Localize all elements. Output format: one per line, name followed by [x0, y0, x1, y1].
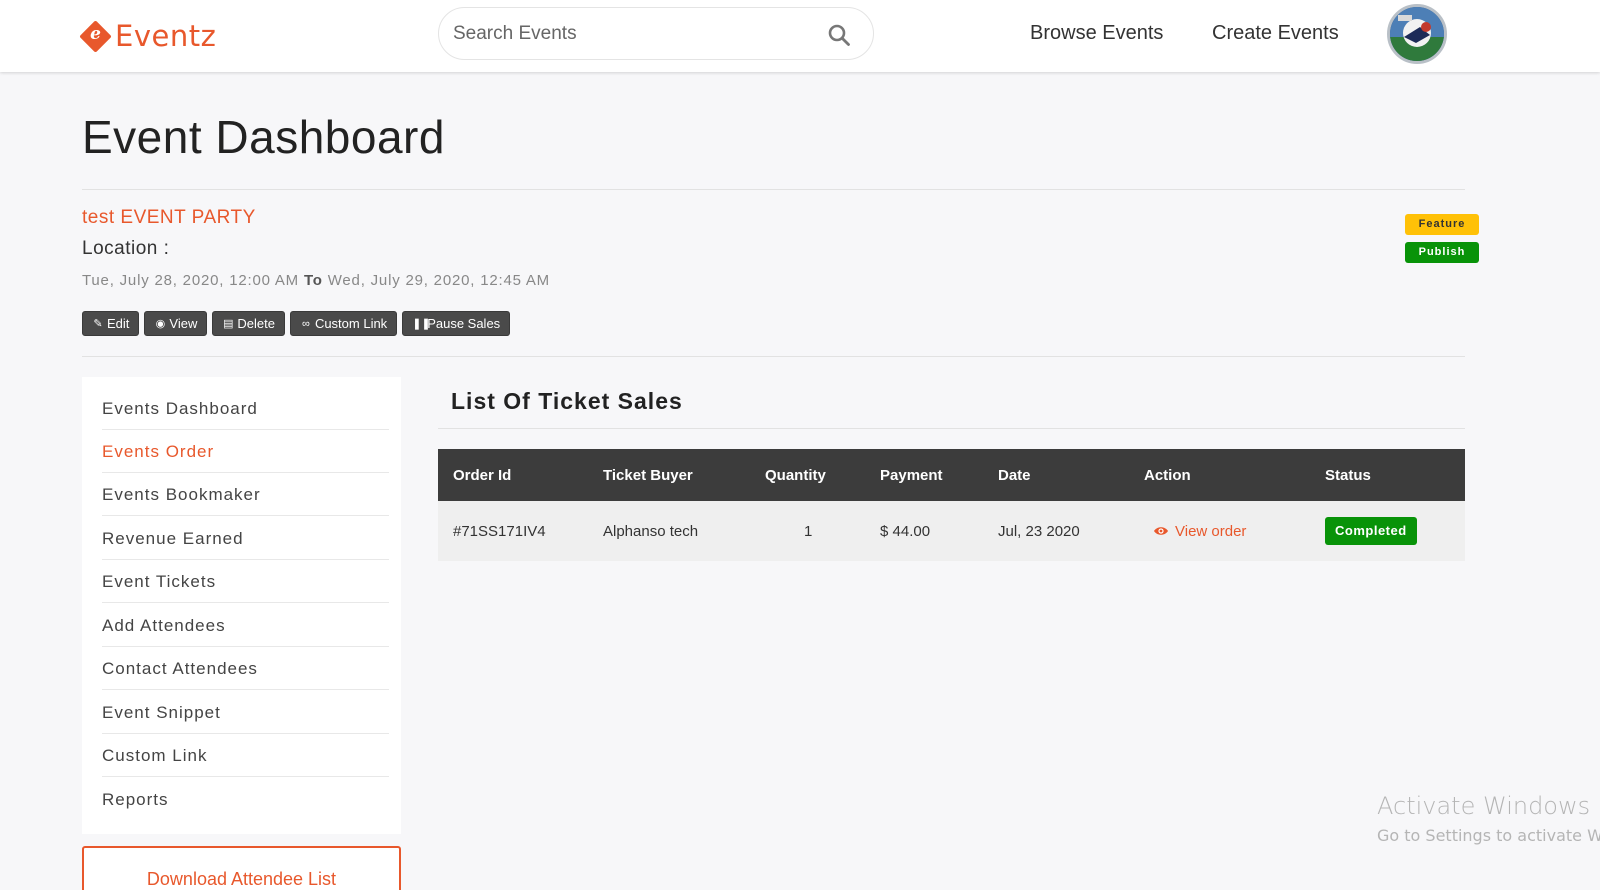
- order-id-cell: #71SS171IV4: [453, 522, 546, 540]
- sidebar-item-event-snippet[interactable]: Event Snippet: [102, 691, 389, 734]
- date-cell: Jul, 23 2020: [998, 522, 1080, 540]
- ticket-buyer-cell: Alphanso tech: [603, 522, 699, 540]
- event-location: Location :: [82, 238, 170, 259]
- sidebar-item-events-dashboard[interactable]: Events Dashboard: [102, 387, 389, 430]
- watermark-subtitle: Go to Settings to activate Wi: [1377, 826, 1600, 845]
- search-bar: [438, 7, 874, 60]
- logo-text: Eventz: [115, 19, 217, 53]
- eye-icon: [1154, 527, 1168, 535]
- event-name: test EVENT PARTY: [82, 207, 256, 228]
- quantity-cell: 1: [804, 522, 813, 540]
- browse-events-link[interactable]: Browse Events: [1030, 22, 1163, 45]
- page-title: Event Dashboard: [82, 111, 445, 163]
- view-order-label: View order: [1175, 522, 1247, 540]
- eventz-logo[interactable]: e Eventz: [79, 18, 217, 54]
- divider: [438, 428, 1465, 429]
- column-header: Order Id: [453, 466, 512, 484]
- eye-icon: ◉: [155, 318, 166, 330]
- top-navbar: e Eventz Browse Events Create Events: [0, 0, 1600, 72]
- divider: [82, 356, 1465, 357]
- sidebar-item-custom-link[interactable]: Custom Link: [102, 734, 389, 777]
- sidebar-item-events-bookmaker[interactable]: Events Bookmaker: [102, 473, 389, 516]
- event-end-date: Wed, July 29, 2020, 12:45 AM: [327, 272, 550, 289]
- search-input[interactable]: [453, 18, 793, 50]
- column-header: Ticket Buyer: [603, 466, 693, 484]
- edit-label: Edit: [107, 316, 130, 331]
- custom-link-button[interactable]: ∞ Custom Link: [289, 311, 398, 336]
- delete-label: Delete: [237, 316, 275, 331]
- column-header: Quantity: [765, 466, 826, 484]
- view-order-link[interactable]: View order: [1153, 501, 1246, 561]
- column-header: Payment: [880, 466, 943, 484]
- edit-icon: ✎: [93, 318, 103, 330]
- status-badge: Completed: [1325, 517, 1417, 545]
- event-actions: ✎ Edit ◉ View ▤ Delete ∞ Custom Link ❚❚ …: [82, 311, 511, 336]
- payment-cell: $ 44.00: [880, 522, 931, 540]
- status-cell: Completed: [1325, 501, 1417, 561]
- logo-diamond-icon: e: [79, 19, 112, 53]
- column-header: Date: [998, 466, 1031, 484]
- pause-sales-button[interactable]: ❚❚ Pause Sales: [402, 311, 511, 336]
- sidebar-item-event-tickets[interactable]: Event Tickets: [102, 560, 389, 603]
- sidebar-item-reports[interactable]: Reports: [102, 778, 389, 821]
- link-icon: ∞: [302, 317, 310, 330]
- ticket-sales-table: Order Id Ticket Buyer Quantity Payment D…: [438, 449, 1465, 561]
- view-button[interactable]: ◉ View: [144, 311, 208, 336]
- feature-badge[interactable]: Feature: [1405, 214, 1479, 235]
- publish-badge[interactable]: Publish: [1405, 242, 1479, 263]
- search-icon[interactable]: [827, 23, 851, 47]
- trash-icon: ▤: [223, 318, 234, 330]
- delete-button[interactable]: ▤ Delete: [212, 311, 285, 336]
- section-title: List Of Ticket Sales: [451, 388, 683, 414]
- date-separator: To: [303, 272, 323, 289]
- event-dates: Tue, July 28, 2020, 12:00 AM To Wed, Jul…: [82, 272, 550, 289]
- table-row: #71SS171IV4 Alphanso tech 1 $ 44.00 Jul,…: [438, 501, 1465, 561]
- sidebar-item-events-order[interactable]: Events Order: [102, 430, 389, 473]
- sidebar-item-revenue-earned[interactable]: Revenue Earned: [102, 517, 389, 560]
- pause-icon: ❚❚: [412, 318, 431, 330]
- column-header: Action: [1144, 466, 1191, 484]
- pause-sales-label: Pause Sales: [427, 316, 501, 331]
- view-label: View: [169, 316, 198, 331]
- avatar-image-icon: [1390, 7, 1444, 61]
- event-start-date: Tue, July 28, 2020, 12:00 AM: [82, 272, 299, 289]
- watermark-title: Activate Windows: [1377, 792, 1591, 820]
- sidebar-item-contact-attendees[interactable]: Contact Attendees: [102, 647, 389, 690]
- edit-button[interactable]: ✎ Edit: [82, 311, 140, 336]
- activate-windows-watermark: Activate Windows Go to Settings to activ…: [1377, 792, 1600, 845]
- table-header-row: Order Id Ticket Buyer Quantity Payment D…: [438, 449, 1465, 501]
- divider: [82, 189, 1465, 190]
- download-attendee-list-button[interactable]: Download Attendee List: [82, 846, 401, 890]
- dashboard-sidebar: Events Dashboard Events Order Events Boo…: [82, 377, 401, 834]
- create-events-link[interactable]: Create Events: [1212, 22, 1339, 45]
- custom-link-label: Custom Link: [314, 316, 388, 331]
- user-avatar[interactable]: [1387, 4, 1447, 64]
- sidebar-item-add-attendees[interactable]: Add Attendees: [102, 604, 389, 647]
- column-header: Status: [1325, 466, 1371, 484]
